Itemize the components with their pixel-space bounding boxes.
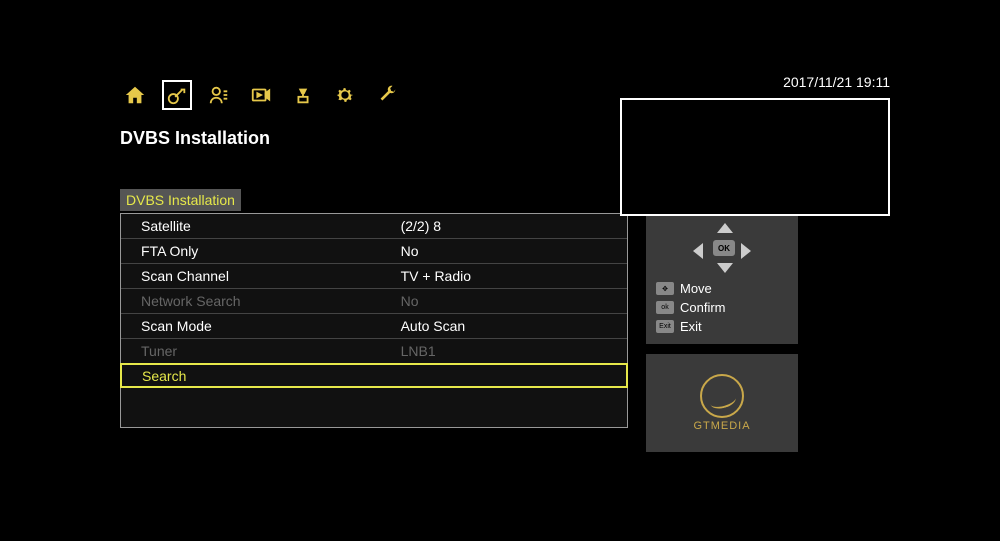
settings-menu: Satellite(2/2) 8FTA OnlyNoScan ChannelTV… [120, 213, 628, 428]
brand-name: GTMEDIA [693, 420, 750, 432]
nav-hint-panel: OK ✥ Move ok Confirm Exit Exit [646, 213, 798, 344]
satellite-icon[interactable] [162, 80, 192, 110]
menu-row-label: Search [142, 368, 401, 384]
menu-row-label: Network Search [141, 293, 401, 309]
menu-row-label: Tuner [141, 343, 401, 359]
menu-row-scan-channel[interactable]: Scan ChannelTV + Radio [121, 264, 627, 289]
menu-row-fta-only[interactable]: FTA OnlyNo [121, 239, 627, 264]
media-icon[interactable] [246, 80, 276, 110]
user-icon[interactable] [204, 80, 234, 110]
datetime-label: 2017/11/21 19:11 [783, 74, 890, 90]
wrench-icon[interactable] [372, 80, 402, 110]
tab-dvbs-installation[interactable]: DVBS Installation [120, 189, 241, 211]
menu-row-value: No [401, 293, 613, 309]
menu-row-label: FTA Only [141, 243, 401, 259]
arrow-down-icon [717, 263, 733, 273]
menu-row-network-search: Network SearchNo [121, 289, 627, 314]
arrow-right-icon [741, 243, 751, 259]
hint-move: ✥ Move [656, 281, 788, 296]
preview-window [620, 98, 890, 216]
menu-row-label: Satellite [141, 218, 401, 234]
gear-icon[interactable] [330, 80, 360, 110]
home-icon[interactable] [120, 80, 150, 110]
menu-row-value: Auto Scan [401, 318, 613, 334]
menu-row-value: No [401, 243, 613, 259]
hint-move-label: Move [680, 281, 712, 296]
menu-row-satellite[interactable]: Satellite(2/2) 8 [121, 214, 627, 239]
menu-row-scan-mode[interactable]: Scan ModeAuto Scan [121, 314, 627, 339]
hint-exit-label: Exit [680, 319, 702, 334]
menu-row-label: Scan Channel [141, 268, 401, 284]
dpad-icon: OK [687, 223, 757, 273]
arrow-up-icon [717, 223, 733, 233]
network-icon[interactable] [288, 80, 318, 110]
hint-confirm: ok Confirm [656, 300, 788, 315]
menu-row-label: Scan Mode [141, 318, 401, 334]
brand-logo-panel: GTMEDIA [646, 354, 798, 452]
hint-confirm-label: Confirm [680, 300, 726, 315]
arrow-left-icon [693, 243, 703, 259]
menu-row-value: TV + Radio [401, 268, 613, 284]
brand-logo-icon [700, 374, 744, 418]
menu-row-value: (2/2) 8 [401, 218, 613, 234]
ok-button-icon: OK [713, 240, 735, 256]
exit-key-icon: Exit [656, 320, 674, 333]
move-key-icon: ✥ [656, 282, 674, 295]
hint-exit: Exit Exit [656, 319, 788, 334]
menu-row-value: LNB1 [401, 343, 613, 359]
menu-row-tuner: TunerLNB1 [121, 339, 627, 364]
menu-row-search[interactable]: Search [120, 363, 628, 388]
confirm-key-icon: ok [656, 301, 674, 314]
